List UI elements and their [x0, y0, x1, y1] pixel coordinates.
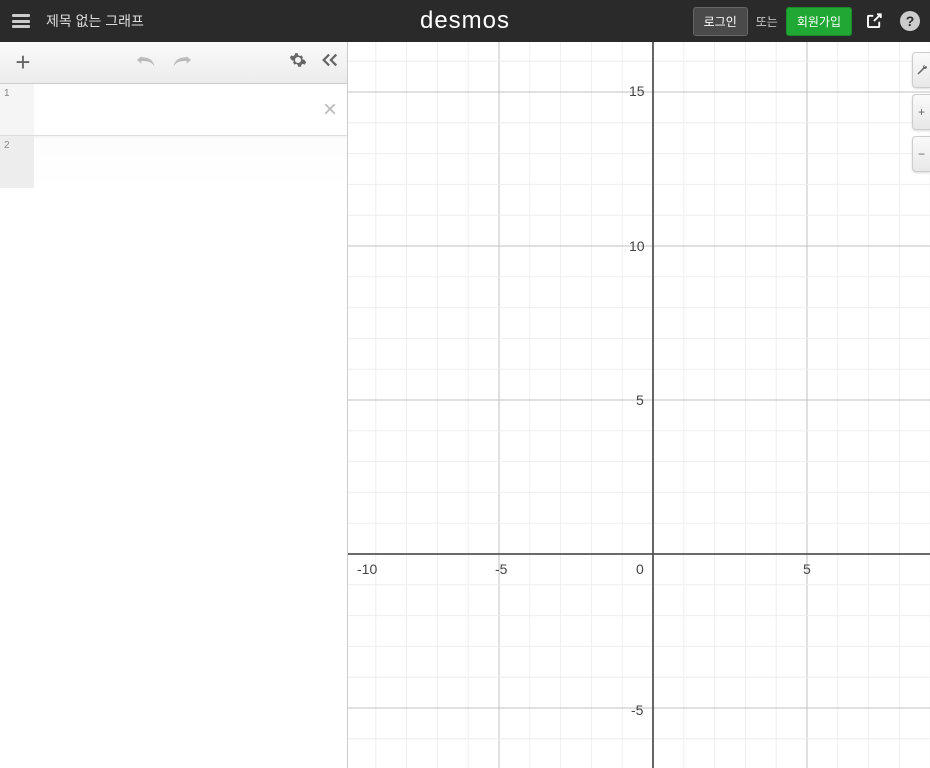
y-axis-label: 5 [636, 392, 644, 408]
header-actions: 로그인 또는 회원가입 ? [693, 7, 930, 36]
graph-side-controls: + − [912, 52, 930, 172]
or-text: 또는 [756, 13, 778, 30]
expression-input[interactable] [34, 136, 347, 188]
delete-expression-button[interactable]: × [323, 96, 337, 124]
app-header: 제목 없는 그래프 desmos 로그인 또는 회원가입 ? [0, 0, 930, 42]
hamburger-icon [12, 14, 30, 28]
graph-title[interactable]: 제목 없는 그래프 [46, 11, 144, 31]
help-button[interactable]: ? [896, 7, 924, 35]
expression-input[interactable] [34, 84, 347, 135]
expression-index: 2 [0, 136, 34, 188]
body-area: + [0, 42, 930, 768]
settings-button[interactable] [289, 51, 307, 74]
undo-redo-group [136, 51, 192, 74]
y-axis-label: 15 [629, 83, 645, 99]
expression-row[interactable]: 1 × [0, 84, 347, 136]
y-axis-label: 10 [629, 238, 645, 254]
y-axis-label: -5 [631, 702, 643, 718]
redo-icon [170, 52, 192, 68]
graph-canvas[interactable]: + − -10 -5 0 5 15 10 5 -5 [348, 42, 930, 768]
expression-index: 1 [0, 84, 34, 135]
desmos-logo: desmos [420, 7, 510, 35]
signup-button[interactable]: 회원가입 [786, 7, 852, 36]
gear-icon [289, 51, 307, 69]
redo-button[interactable] [170, 51, 192, 74]
login-button[interactable]: 로그인 [693, 7, 748, 36]
expression-panel: + [0, 42, 348, 768]
graph-settings-button[interactable] [912, 52, 930, 88]
menu-button[interactable] [0, 0, 42, 42]
x-axis-label: 0 [636, 561, 644, 577]
collapse-panel-button[interactable] [321, 52, 339, 73]
share-button[interactable] [860, 7, 888, 35]
expression-list: 1 × 2 [0, 84, 347, 768]
help-icon: ? [900, 11, 920, 31]
x-axis-label: -5 [495, 561, 507, 577]
undo-icon [136, 52, 158, 68]
x-axis-label: -10 [357, 561, 377, 577]
expression-row[interactable]: 2 [0, 136, 347, 188]
chevron-double-left-icon [321, 52, 339, 68]
undo-button[interactable] [136, 51, 158, 74]
zoom-in-button[interactable]: + [912, 94, 930, 130]
expression-toolbar: + [0, 42, 347, 84]
zoom-out-button[interactable]: − [912, 136, 930, 172]
share-icon [865, 12, 883, 30]
wrench-icon [916, 64, 928, 76]
x-axis-label: 5 [803, 561, 811, 577]
add-expression-button[interactable]: + [8, 47, 38, 78]
